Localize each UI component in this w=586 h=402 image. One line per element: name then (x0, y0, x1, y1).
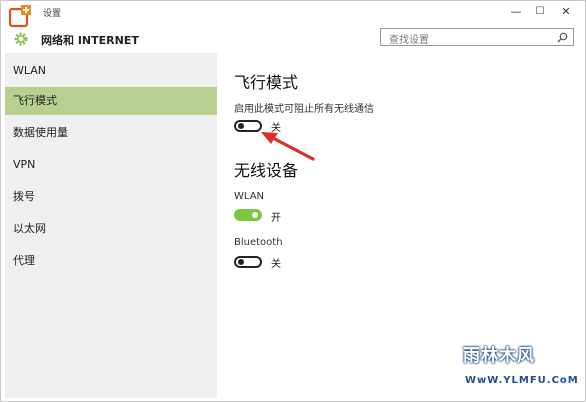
bluetooth-label: Bluetooth (234, 237, 283, 248)
maximize-button[interactable]: ☐ (529, 3, 551, 21)
page-header: 网络和 INTERNET 查找设置 (1, 23, 585, 53)
airplane-mode-toggle[interactable] (234, 120, 262, 132)
sidebar-item-airplane-mode[interactable]: 飞行模式 (5, 87, 217, 115)
title-bar: 设置 — ☐ ✕ (1, 1, 585, 28)
toggle-knob (252, 212, 258, 218)
window-title: 设置 (43, 9, 62, 19)
settings-window: 设置 — ☐ ✕ 网络和 INTERNET 查找设置 WLAN 飞行模式 数据使… (0, 0, 586, 402)
sidebar-item-ethernet[interactable]: 以太网 (5, 215, 217, 243)
search-icon[interactable] (557, 32, 568, 43)
wlan-state: 开 (271, 213, 281, 224)
red-arrow-annotation (261, 132, 315, 161)
sidebar-item-data-usage[interactable]: 数据使用量 (5, 119, 217, 147)
sidebar-item-vpn[interactable]: VPN (5, 151, 217, 179)
sidebar: WLAN 飞行模式 数据使用量 VPN 拨号 以太网 代理 (5, 53, 217, 398)
sidebar-item-dialup[interactable]: 拨号 (5, 183, 217, 211)
watermark-logo: 雨林木风 WwW.YLMFU.CoM (453, 337, 585, 399)
toggle-knob (238, 123, 244, 129)
watermark-url: WwW.YLMFU.CoM (465, 375, 579, 386)
minimize-button[interactable]: — (505, 3, 527, 21)
page-title: 网络和 INTERNET (41, 34, 139, 47)
close-button[interactable]: ✕ (555, 3, 577, 21)
toggle-knob (238, 259, 244, 265)
sidebar-item-proxy[interactable]: 代理 (5, 247, 217, 275)
gear-icon (14, 32, 28, 46)
bluetooth-state: 关 (271, 259, 281, 270)
wlan-toggle[interactable] (234, 209, 262, 221)
search-input[interactable]: 查找设置 (380, 28, 574, 46)
airplane-mode-heading: 飞行模式 (234, 73, 299, 92)
search-placeholder: 查找设置 (389, 35, 429, 46)
bluetooth-toggle[interactable] (234, 256, 262, 268)
airplane-mode-description: 启用此模式可阻止所有无线通信 (234, 104, 374, 115)
watermark-title: 雨林木风 (463, 346, 535, 366)
sidebar-item-wlan[interactable]: WLAN (5, 57, 217, 85)
wlan-label: WLAN (234, 191, 265, 202)
